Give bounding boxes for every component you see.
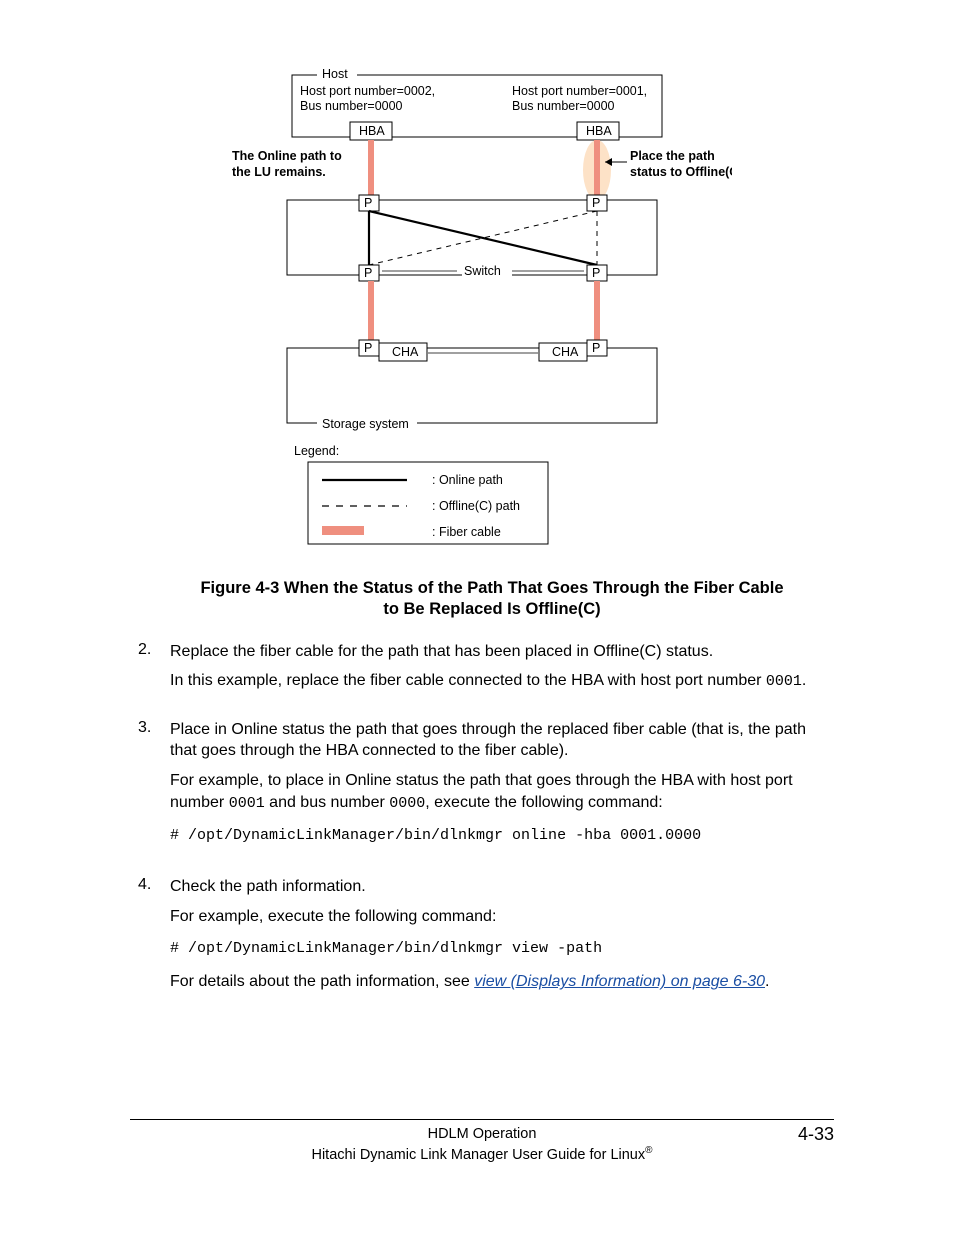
diagram-switch: Switch bbox=[464, 264, 501, 278]
legend-offline: : Offline(C) path bbox=[432, 499, 520, 513]
step-3: 3. Place in Online status the path that … bbox=[130, 719, 834, 858]
step-4-p2: For example, execute the following comma… bbox=[170, 906, 834, 928]
step-4-p1: Check the path information. bbox=[170, 876, 834, 898]
step-3-command: # /opt/DynamicLinkManager/bin/dlnkmgr on… bbox=[170, 826, 834, 846]
step-4-p3: For details about the path information, … bbox=[170, 971, 834, 993]
figure-diagram: Host Host port number=0002, Bus number=0… bbox=[130, 60, 834, 560]
step-4-command: # /opt/DynamicLinkManager/bin/dlnkmgr vi… bbox=[170, 939, 834, 959]
diagram-p-6: P bbox=[592, 341, 600, 355]
diagram-storage: Storage system bbox=[322, 417, 409, 431]
diagram-cha-right: CHA bbox=[552, 345, 579, 359]
page-footer: HDLM Operation Hitachi Dynamic Link Mana… bbox=[130, 1119, 834, 1163]
figure-caption: Figure 4-3 When the Status of the Path T… bbox=[200, 578, 784, 621]
diagram-left-bus: Bus number=0000 bbox=[300, 99, 403, 113]
step-2-p1: Replace the fiber cable for the path tha… bbox=[170, 641, 834, 663]
diagram-legend: Legend: bbox=[294, 444, 339, 458]
diagram-left-port: Host port number=0002, bbox=[300, 84, 435, 98]
step-3-p2: For example, to place in Online status t… bbox=[170, 770, 834, 814]
diagram-right-bus: Bus number=0000 bbox=[512, 99, 615, 113]
diagram-cha-left: CHA bbox=[392, 345, 419, 359]
step-3-p1: Place in Online status the path that goe… bbox=[170, 719, 834, 762]
diagram-p-5: P bbox=[364, 341, 372, 355]
step-4: 4. Check the path information. For examp… bbox=[130, 876, 834, 1001]
diagram-right-port: Host port number=0001, bbox=[512, 84, 647, 98]
diagram-p-2: P bbox=[592, 196, 600, 210]
diagram-right-note2: status to Offline(C). bbox=[630, 165, 732, 179]
diagram-p-4: P bbox=[592, 266, 600, 280]
footer-book: Hitachi Dynamic Link Manager User Guide … bbox=[130, 1145, 834, 1163]
step-2: 2. Replace the fiber cable for the path … bbox=[130, 641, 834, 701]
diagram-right-note1: Place the path bbox=[630, 149, 715, 163]
step-4-number: 4. bbox=[130, 876, 170, 1001]
view-info-link[interactable]: view (Displays Information) on page 6-30 bbox=[474, 973, 765, 990]
step-3-number: 3. bbox=[130, 719, 170, 858]
legend-fiber: : Fiber cable bbox=[432, 525, 501, 539]
diagram-host-label: Host bbox=[322, 67, 348, 81]
diagram-p-1: P bbox=[364, 196, 372, 210]
diagram-left-note2: the LU remains. bbox=[232, 165, 326, 179]
diagram-left-note1: The Online path to bbox=[232, 149, 342, 163]
step-2-p2: In this example, replace the fiber cable… bbox=[170, 670, 834, 692]
footer-section: HDLM Operation bbox=[130, 1126, 834, 1142]
step-2-number: 2. bbox=[130, 641, 170, 701]
diagram-hba-right: HBA bbox=[586, 124, 612, 138]
diagram-hba-left: HBA bbox=[359, 124, 385, 138]
legend-online: : Online path bbox=[432, 473, 503, 487]
diagram-p-3: P bbox=[364, 266, 372, 280]
page-number: 4-33 bbox=[798, 1124, 834, 1145]
